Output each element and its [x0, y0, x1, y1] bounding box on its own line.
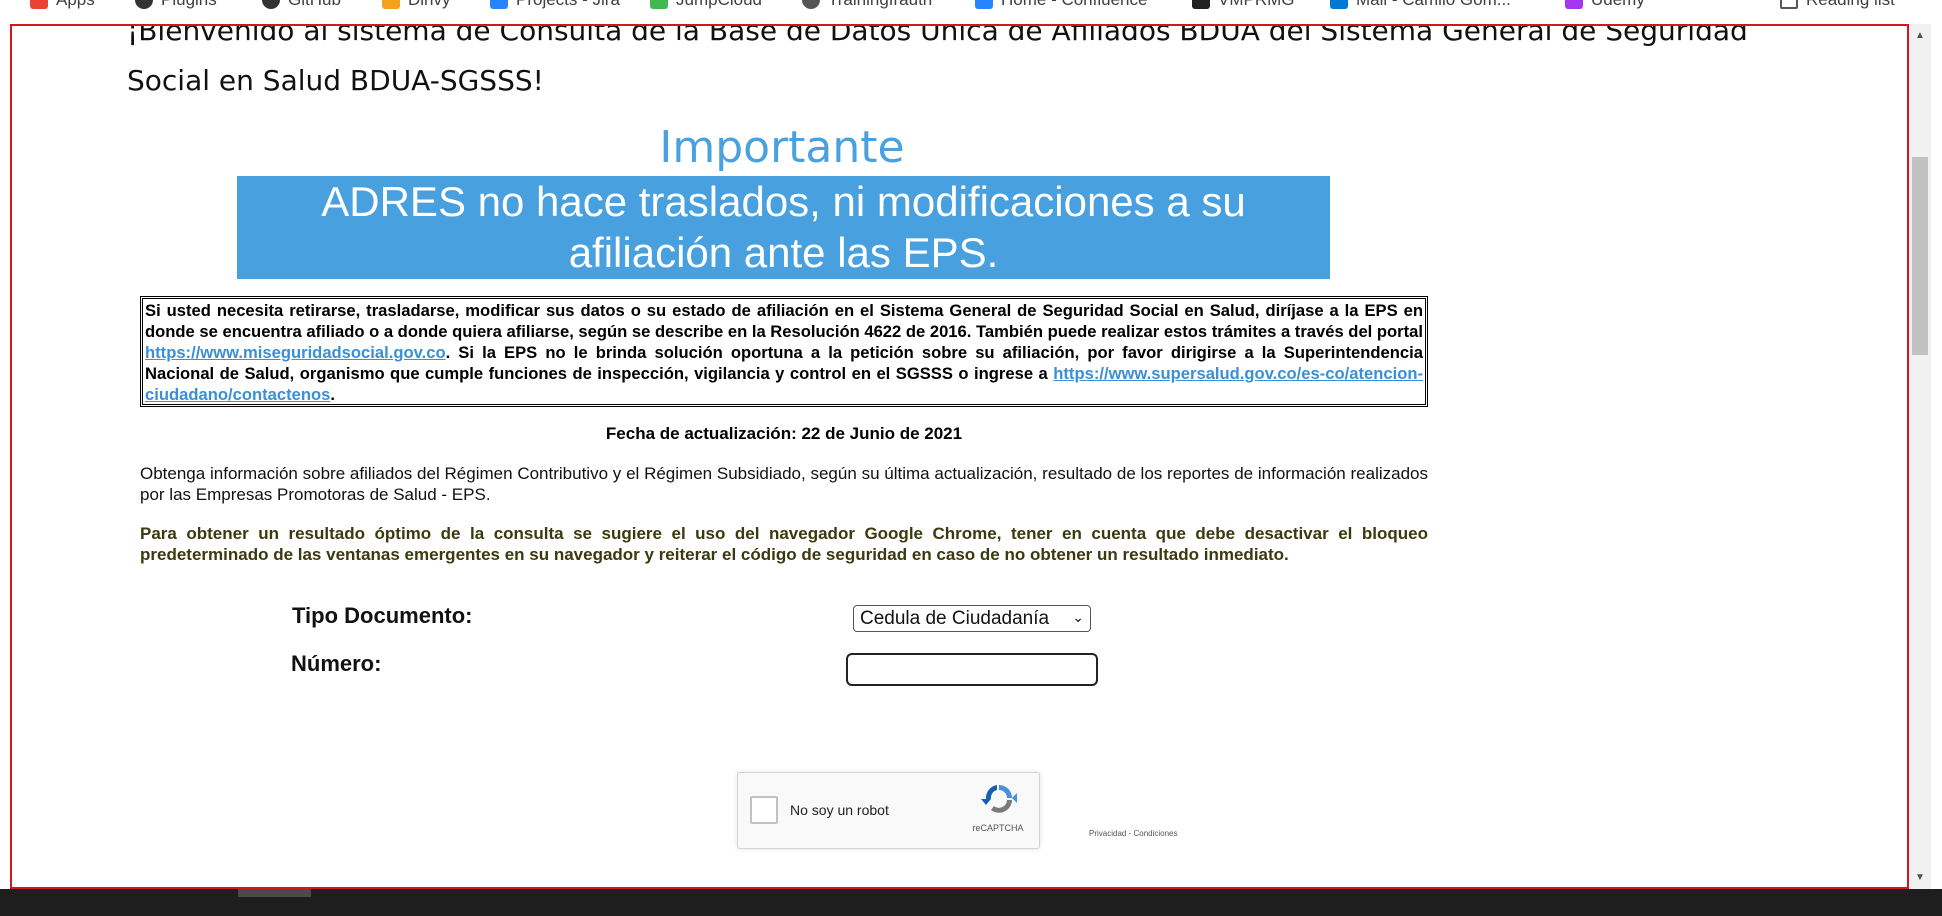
bookmark-jumpcloud[interactable]: JumpCloud — [650, 0, 762, 10]
bookmark-trainingfrauth[interactable]: Trainingfrauth — [802, 0, 932, 10]
tipo-documento-label: Tipo Documento: — [292, 603, 473, 628]
outlook-icon — [1330, 0, 1348, 9]
page-content: ¡Bienvenido al sistema de Consulta de la… — [12, 26, 1907, 887]
chevron-down-icon: ⌄ — [1072, 609, 1084, 625]
udemy-icon — [1565, 0, 1583, 9]
scroll-up-icon[interactable]: ▲ — [1915, 30, 1925, 41]
recaptcha-label: No soy un robot — [790, 802, 889, 818]
plugins-icon — [135, 0, 153, 9]
confluence-icon — [975, 0, 993, 9]
bookmark-confluence[interactable]: Home - Confluence — [975, 0, 1147, 10]
bookmarks-bar: Apps Plugins GitHub Dinvy Projects - Jir… — [0, 0, 1942, 24]
bookmark-github[interactable]: GitHub — [262, 0, 341, 10]
taskbar — [0, 889, 1942, 916]
apps-icon — [30, 0, 48, 9]
recaptcha-privacy-links[interactable]: Privacidad - Condiciones — [1089, 829, 1178, 838]
notice-box: Si usted necesita retirarse, trasladarse… — [140, 296, 1428, 407]
bookmark-jira[interactable]: Projects - Jira — [490, 0, 620, 10]
bookmark-plugins[interactable]: Plugins — [135, 0, 217, 10]
dinvy-icon — [382, 0, 400, 9]
scroll-down-icon[interactable]: ▼ — [1915, 872, 1925, 883]
recaptcha-checkbox[interactable] — [750, 796, 778, 824]
importante-title: Importante — [659, 122, 905, 173]
bookmark-dinvy[interactable]: Dinvy — [382, 0, 451, 10]
tipo-documento-select[interactable]: Cedula de Ciudadanía ⌄ — [853, 605, 1091, 632]
vmprmg-icon — [1192, 0, 1210, 9]
taskbar-active-item[interactable] — [238, 889, 311, 897]
adres-banner: ADRES no hace traslados, ni modificacion… — [237, 176, 1330, 279]
welcome-heading: ¡Bienvenido al sistema de Consulta de la… — [127, 24, 1748, 97]
bookmark-vmprmg[interactable]: VMPRMG — [1192, 0, 1295, 10]
scrollbar-thumb[interactable] — [1912, 157, 1928, 355]
jira-icon — [490, 0, 508, 9]
training-icon — [802, 0, 820, 9]
notice-text-1: Si usted necesita retirarse, trasladarse… — [145, 301, 1423, 341]
info-paragraph: Obtenga información sobre afiliados del … — [140, 464, 1428, 504]
vertical-scrollbar[interactable]: ▲ ▼ — [1909, 24, 1931, 889]
reading-list[interactable]: Reading list — [1780, 0, 1895, 10]
reading-list-icon — [1780, 0, 1798, 9]
page-frame: ¡Bienvenido al sistema de Consulta de la… — [10, 24, 1909, 889]
browser-note: Para obtener un resultado óptimo de la c… — [140, 524, 1428, 564]
notice-text-3: . — [330, 385, 335, 404]
recaptcha-logo-icon — [981, 785, 1017, 813]
bookmark-udemy[interactable]: Udemy — [1565, 0, 1645, 10]
numero-label: Número: — [291, 651, 382, 676]
miseguridadsocial-link[interactable]: https://www.miseguridadsocial.gov.co — [145, 343, 446, 362]
numero-input[interactable] — [846, 653, 1098, 686]
github-icon — [262, 0, 280, 9]
recaptcha-brand: reCAPTCHA — [972, 823, 1024, 833]
update-date: Fecha de actualización: 22 de Junio de 2… — [605, 424, 963, 443]
jumpcloud-icon — [650, 0, 668, 9]
bookmark-mail[interactable]: Mail - Camilo Gom... — [1330, 0, 1511, 10]
recaptcha-widget: No soy un robot reCAPTCHA — [737, 772, 1040, 849]
tipo-documento-value: Cedula de Ciudadanía — [860, 607, 1050, 629]
bookmark-apps[interactable]: Apps — [30, 0, 95, 10]
